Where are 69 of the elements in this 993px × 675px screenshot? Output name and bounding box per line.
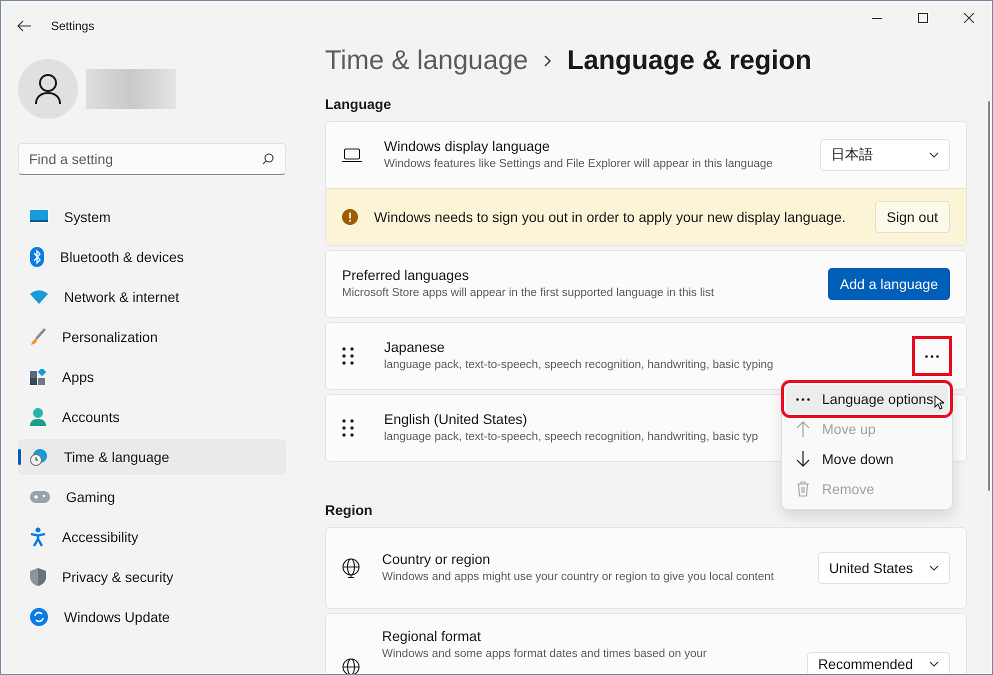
- setting-title: Preferred languages: [342, 267, 470, 283]
- language-name: Japanese: [384, 339, 446, 355]
- wifi-icon: [30, 290, 48, 304]
- warning-icon: [342, 209, 358, 225]
- nav-item[interactable]: Windows Update: [18, 599, 286, 635]
- more-options-button[interactable]: [912, 336, 952, 376]
- language-features: language pack, text-to-speech, speech recognition, handwriting, basic typing: [384, 358, 774, 373]
- nav-item[interactable]: Network & internet: [18, 279, 286, 315]
- monitor-icon: [30, 210, 48, 224]
- search-icon: [262, 153, 274, 165]
- setting-description: Microsoft Store apps will appear in the first supported language in this list: [342, 286, 716, 301]
- sync-icon: [30, 608, 48, 626]
- setting-description: Windows and some apps format dates and times based on your: [382, 647, 708, 662]
- chevron-right-icon: [544, 54, 552, 66]
- menu-item[interactable]: Move down: [786, 445, 948, 473]
- setting-description: Windows features like Settings and File Explorer will appear in this language: [384, 157, 774, 172]
- arrow-down-icon: [796, 451, 810, 467]
- arrow-up-icon: [796, 421, 810, 437]
- nav-item[interactable]: Personalization: [18, 319, 286, 355]
- bluetooth-icon: [30, 247, 44, 267]
- section-heading: Region: [325, 502, 374, 518]
- language-dropdown[interactable]: 日本語: [820, 139, 950, 171]
- setting-title: Windows display language: [384, 138, 551, 154]
- shield-icon: [30, 568, 46, 586]
- nav-item[interactable]: Privacy & security: [18, 559, 286, 595]
- region-dropdown[interactable]: United States: [818, 552, 950, 584]
- more-icon: [925, 354, 939, 358]
- nav-item[interactable]: Accounts: [18, 399, 286, 435]
- globe-icon: [342, 558, 360, 578]
- add-language-button[interactable]: Add a language: [828, 268, 950, 300]
- globe-clock-icon: [30, 448, 48, 466]
- accessibility-icon: [30, 527, 46, 547]
- drag-handle-icon: [342, 347, 354, 365]
- warning-message: Windows needs to sign you out in order to apply your new display language.: [374, 209, 847, 225]
- chevron-down-icon: [929, 152, 939, 158]
- nav-item[interactable]: System: [18, 199, 286, 235]
- nav-item[interactable]: Apps: [18, 359, 286, 395]
- sign-out-button[interactable]: Sign out: [874, 201, 950, 233]
- paintbrush-icon: [30, 328, 46, 346]
- back-arrow-icon[interactable]: [17, 20, 31, 32]
- section-heading: Language: [325, 96, 392, 112]
- laptop-icon: [342, 148, 362, 162]
- nav-item[interactable]: Bluetooth & devices: [18, 239, 286, 275]
- more-icon: [796, 398, 810, 400]
- setting-title: Country or region: [382, 551, 492, 567]
- mouse-cursor-icon: [934, 395, 944, 410]
- drag-handle-icon: [342, 419, 354, 437]
- gamepad-icon: [30, 491, 50, 503]
- setting-title: Regional format: [382, 628, 482, 644]
- nav-item[interactable]: Accessibility: [18, 519, 286, 555]
- setting-description: Windows and apps might use your country or region to give you local content: [382, 570, 775, 585]
- maximize-icon[interactable]: [918, 13, 928, 23]
- apps-icon: [30, 369, 46, 385]
- trash-icon: [796, 481, 810, 497]
- chevron-down-icon: [929, 661, 939, 667]
- search-field[interactable]: Find a setting: [18, 143, 286, 175]
- page-title: Language & region: [567, 45, 812, 76]
- language-features: language pack, text-to-speech, speech recognition, handwriting, basic typ: [384, 430, 758, 445]
- window-title: Settings: [51, 19, 94, 33]
- nav-item[interactable]: Gaming: [18, 479, 286, 515]
- close-icon[interactable]: [964, 13, 974, 23]
- globe-icon: [342, 658, 360, 674]
- chevron-down-icon: [929, 565, 939, 571]
- person-icon: [30, 408, 46, 426]
- breadcrumb-link[interactable]: Time & language: [325, 45, 528, 76]
- menu-item[interactable]: Language options: [786, 385, 948, 413]
- language-name: English (United States): [384, 411, 528, 427]
- region-dropdown[interactable]: Recommended: [807, 652, 950, 674]
- nav-item[interactable]: Time & language: [18, 439, 286, 475]
